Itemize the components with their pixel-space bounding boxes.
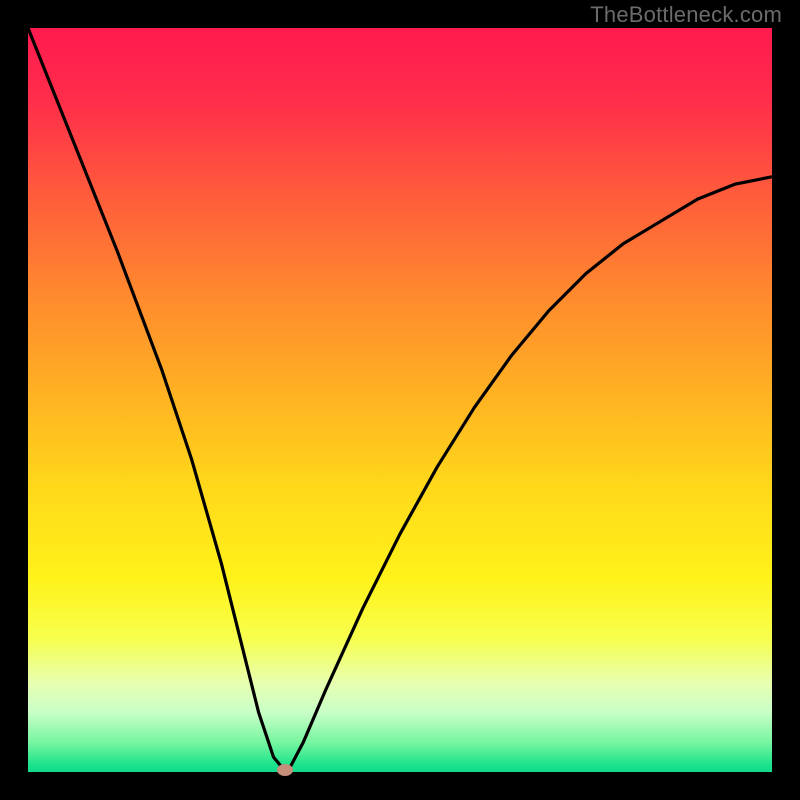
bottleneck-curve bbox=[28, 28, 772, 771]
watermark-text: TheBottleneck.com bbox=[590, 2, 782, 28]
curve-svg bbox=[28, 28, 772, 772]
optimum-marker-dot bbox=[277, 764, 293, 776]
chart-stage: TheBottleneck.com bbox=[0, 0, 800, 800]
